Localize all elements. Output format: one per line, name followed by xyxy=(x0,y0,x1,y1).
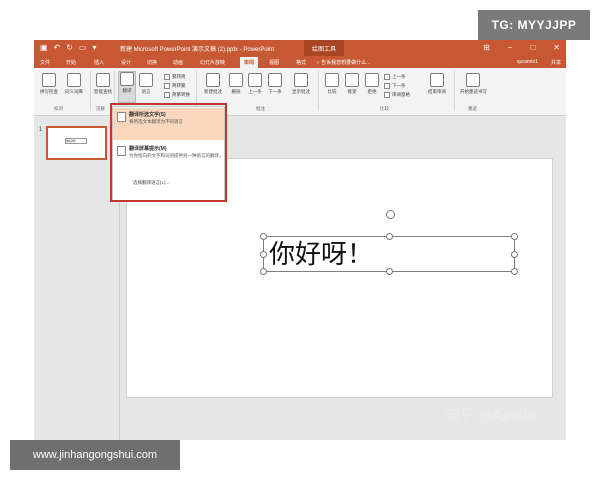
language-icon xyxy=(139,73,153,87)
translate-button[interactable]: 翻译 xyxy=(118,71,136,103)
slide-thumbnail[interactable]: 你好呀！ xyxy=(46,126,107,160)
delete-comment-button[interactable]: 删除 xyxy=(228,73,244,95)
accept-button[interactable]: 接受 xyxy=(344,73,360,95)
reject-icon xyxy=(365,73,379,87)
save-icon[interactable]: ▣ xyxy=(40,43,48,53)
thesaurus-button[interactable]: 同义词库 xyxy=(62,73,86,95)
account-name[interactable]: quranno1 xyxy=(517,59,538,65)
close-icon[interactable]: ✕ xyxy=(553,43,560,53)
smart-lookup-button[interactable]: 智能查找 xyxy=(94,73,112,95)
quick-access-toolbar: ▣ ↶ ↻ ▭ ▾ xyxy=(40,43,97,53)
redo-icon[interactable]: ↻ xyxy=(66,43,73,53)
undo-icon[interactable]: ↶ xyxy=(54,43,61,53)
share-button[interactable]: 共享 xyxy=(551,59,561,66)
next-change-icon xyxy=(384,83,390,89)
slide-number: 1 xyxy=(39,127,43,133)
spell-check-icon xyxy=(42,73,56,87)
highlight-annotation-box xyxy=(110,103,227,202)
previous-comment-button[interactable]: 上一条 xyxy=(246,73,264,95)
next-comment-button[interactable]: 下一条 xyxy=(266,73,284,95)
tab-file[interactable]: 文件 xyxy=(40,59,50,66)
tell-me-search[interactable]: ♀ 告诉我您想要做什么... xyxy=(316,59,370,66)
drawing-tools-context-label: 绘图工具 xyxy=(304,40,345,56)
group-divider xyxy=(454,71,455,111)
show-comments-button[interactable]: 显示批注 xyxy=(290,73,312,95)
pen-icon xyxy=(466,73,480,87)
tab-design[interactable]: 设计 xyxy=(121,59,131,66)
telegram-watermark: TG: MYYJJPP xyxy=(478,10,590,40)
group-label-comments: 批注 xyxy=(256,106,265,111)
language-button[interactable]: 语言 xyxy=(138,73,154,95)
previous-comment-icon xyxy=(248,73,262,87)
accept-icon xyxy=(345,73,359,87)
new-comment-icon xyxy=(206,73,220,87)
resize-handle[interactable] xyxy=(511,233,518,240)
resize-handle[interactable] xyxy=(511,251,518,258)
group-label-compare: 比较 xyxy=(380,106,389,111)
document-title: 新建 Microsoft PowerPoint 演示文稿 (2).pptx - … xyxy=(120,47,275,53)
ribbon-display-icon[interactable]: ⊞ xyxy=(483,43,490,53)
end-review-button[interactable]: 结束审阅 xyxy=(426,73,448,95)
compare-button[interactable]: 比较 xyxy=(324,73,340,95)
convert-icon xyxy=(164,92,170,98)
previous-change-icon xyxy=(384,74,390,80)
group-divider xyxy=(90,71,91,111)
maximize-icon[interactable]: □ xyxy=(530,43,535,53)
simplified-to-traditional-button[interactable]: 简转繁 xyxy=(164,83,186,89)
group-divider xyxy=(318,71,319,111)
slide-thumbnail-pane: 1 你好呀！ xyxy=(34,117,120,440)
tab-home[interactable]: 开始 xyxy=(66,59,76,66)
start-inking-button[interactable]: 开始墨迹书写 xyxy=(460,73,487,95)
smart-lookup-icon xyxy=(96,73,110,87)
site-watermark: www.jinhangongshui.com xyxy=(10,440,180,470)
reviewing-pane-icon xyxy=(384,92,390,98)
reject-button[interactable]: 拒绝 xyxy=(364,73,380,95)
tab-insert[interactable]: 插入 xyxy=(94,59,104,66)
translate-icon xyxy=(120,72,134,86)
spell-check-button[interactable]: 拼写检查 xyxy=(38,73,60,95)
tab-slideshow[interactable]: 幻灯片放映 xyxy=(200,59,225,66)
screenshot-frame: ▣ ↶ ↻ ▭ ▾ 新建 Microsoft PowerPoint 演示文稿 (… xyxy=(0,0,600,480)
compare-icon xyxy=(325,73,339,87)
resize-handle[interactable] xyxy=(260,251,267,258)
window-controls: ⊞ − □ ✕ xyxy=(483,43,560,53)
resize-handle[interactable] xyxy=(260,268,267,275)
present-icon[interactable]: ▭ xyxy=(79,43,87,53)
tab-review[interactable]: 审阅 xyxy=(240,57,259,68)
group-label-proofing: 校对 xyxy=(54,106,63,111)
tab-transitions[interactable]: 切换 xyxy=(147,59,157,66)
convert-icon xyxy=(164,74,170,80)
tab-format[interactable]: 格式 xyxy=(296,59,306,66)
group-label-insights: 见解 xyxy=(96,106,105,111)
customize-qat-icon[interactable]: ▾ xyxy=(93,43,97,53)
ribbon-tabs: 文件 开始 插入 设计 切换 动画 幻灯片放映 审阅 视图 格式 ♀ 告诉我您想… xyxy=(34,56,566,68)
convert-icon xyxy=(164,83,170,89)
thesaurus-icon xyxy=(67,73,81,87)
tab-view[interactable]: 视图 xyxy=(269,59,279,66)
powerpoint-window: ▣ ↶ ↻ ▭ ▾ 新建 Microsoft PowerPoint 演示文稿 (… xyxy=(34,40,566,440)
zhihu-watermark: 知乎 @Apollo xyxy=(446,408,536,424)
resize-handle[interactable] xyxy=(260,233,267,240)
title-bar: ▣ ↶ ↻ ▭ ▾ 新建 Microsoft PowerPoint 演示文稿 (… xyxy=(34,40,566,56)
next-change-button[interactable]: 下一条 xyxy=(384,83,406,89)
selected-text-box[interactable]: 你好呀！ xyxy=(260,210,518,275)
minimize-icon[interactable]: − xyxy=(508,43,513,53)
previous-change-button[interactable]: 上一条 xyxy=(384,74,406,80)
rotate-handle[interactable] xyxy=(386,210,395,219)
traditional-to-simplified-button[interactable]: 繁转简 xyxy=(164,74,186,80)
delete-comment-icon xyxy=(229,73,243,87)
resize-handle[interactable] xyxy=(386,268,393,275)
reviewing-pane-button[interactable]: 审阅窗格 xyxy=(384,92,410,98)
new-comment-button[interactable]: 新建批注 xyxy=(202,73,224,95)
resize-handle[interactable] xyxy=(386,233,393,240)
end-review-icon xyxy=(430,73,444,87)
tab-animations[interactable]: 动画 xyxy=(173,59,183,66)
group-label-ink: 墨迹 xyxy=(468,106,477,111)
slide-text[interactable]: 你好呀！ xyxy=(269,240,373,270)
next-comment-icon xyxy=(268,73,282,87)
thumbnail-text: 你好呀！ xyxy=(65,138,87,144)
show-comments-icon xyxy=(294,73,308,87)
chinese-conversion-button[interactable]: 简繁转换 xyxy=(164,92,190,98)
resize-handle[interactable] xyxy=(511,268,518,275)
